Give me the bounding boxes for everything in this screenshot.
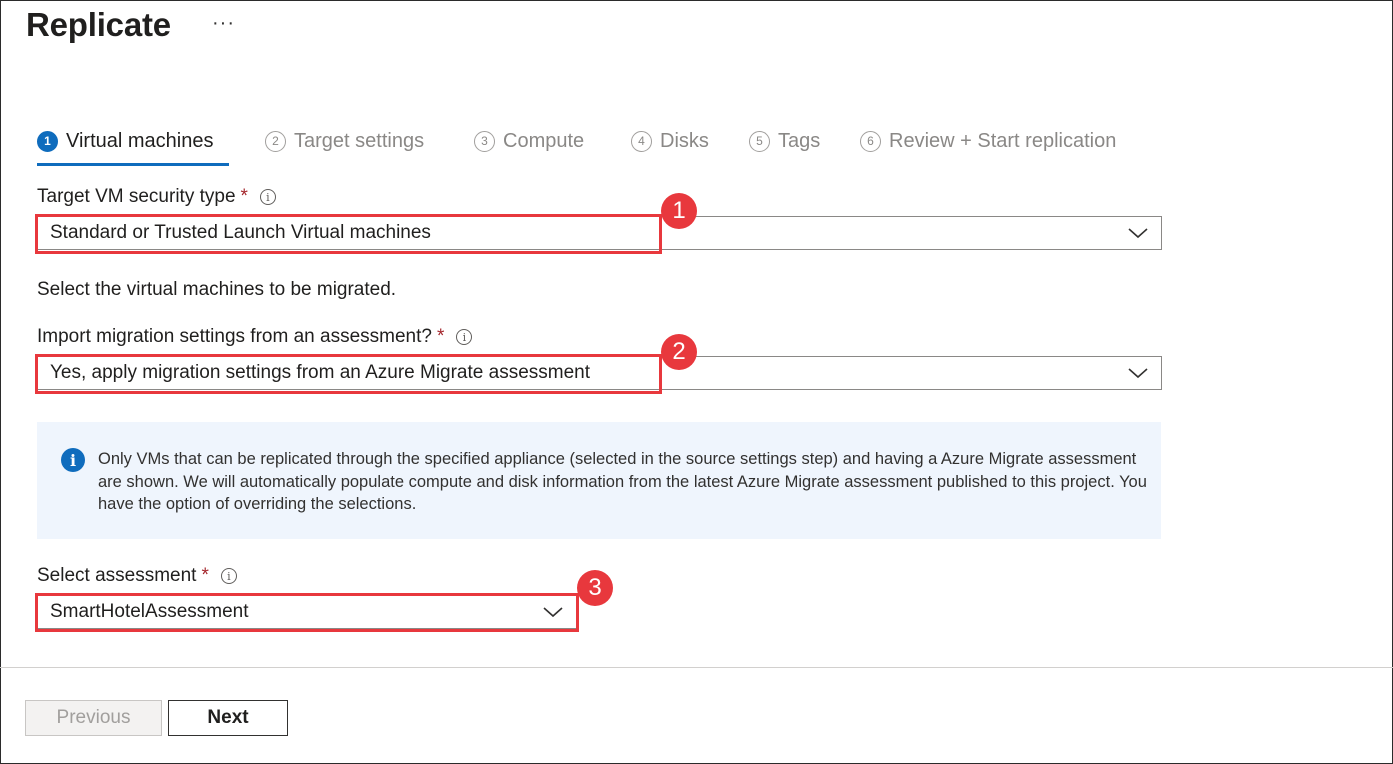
label-text: Select assessment: [37, 565, 197, 586]
info-message-bar: i Only VMs that can be replicated throug…: [37, 422, 1161, 539]
more-icon[interactable]: ···: [212, 12, 235, 35]
tab-virtual-machines[interactable]: 1 Virtual machines: [37, 124, 213, 158]
next-button[interactable]: Next: [168, 700, 288, 736]
import-settings-label: Import migration settings from an assess…: [37, 326, 473, 348]
label-text: Import migration settings from an assess…: [37, 326, 432, 347]
annotation-box-2: [35, 354, 662, 394]
tab-target-settings[interactable]: 2 Target settings: [265, 124, 424, 158]
page-title: Replicate: [26, 6, 171, 43]
info-icon: i: [61, 448, 85, 472]
assessment-label: Select assessment * i: [37, 565, 237, 587]
previous-button[interactable]: Previous: [25, 700, 162, 736]
step-number-icon: 1: [37, 130, 58, 152]
chevron-down-icon: [1128, 368, 1148, 379]
select-vms-text: Select the virtual machines to be migrat…: [37, 279, 397, 300]
required-marker: *: [201, 565, 209, 586]
chevron-down-icon: [1128, 228, 1148, 239]
active-tab-indicator: [37, 163, 229, 166]
tab-compute[interactable]: 3 Compute: [474, 124, 584, 158]
footer-divider: [0, 667, 1393, 668]
tab-review-start-replication[interactable]: 6 Review + Start replication: [860, 124, 1116, 158]
tab-disks[interactable]: 4 Disks: [631, 124, 709, 158]
info-icon[interactable]: i: [259, 189, 276, 205]
info-message-text: Only VMs that can be replicated through …: [98, 450, 1147, 513]
step-number-icon: 3: [474, 130, 495, 152]
annotation-badge-3: 3: [577, 570, 613, 606]
annotation-badge-2: 2: [661, 334, 697, 370]
tab-label: Tags: [778, 129, 821, 152]
step-number-icon: 6: [860, 130, 881, 152]
tab-label: Virtual machines: [66, 129, 214, 152]
required-marker: *: [240, 186, 248, 207]
info-icon[interactable]: i: [220, 568, 237, 584]
tab-tags[interactable]: 5 Tags: [749, 124, 820, 158]
tab-label: Disks: [660, 129, 709, 152]
security-type-label: Target VM security type * i: [37, 186, 276, 208]
tab-label: Compute: [503, 129, 585, 152]
step-number-icon: 5: [749, 130, 770, 152]
info-icon[interactable]: i: [456, 329, 473, 345]
required-marker: *: [436, 326, 445, 347]
step-number-icon: 2: [265, 130, 286, 152]
annotation-box-1: [35, 214, 662, 254]
tab-label: Review + Start replication: [889, 129, 1117, 152]
label-text: Target VM security type: [37, 186, 236, 207]
annotation-box-3: [35, 593, 579, 632]
tab-label: Target settings: [294, 129, 425, 152]
step-number-icon: 4: [631, 130, 652, 152]
annotation-badge-1: 1: [661, 193, 697, 229]
